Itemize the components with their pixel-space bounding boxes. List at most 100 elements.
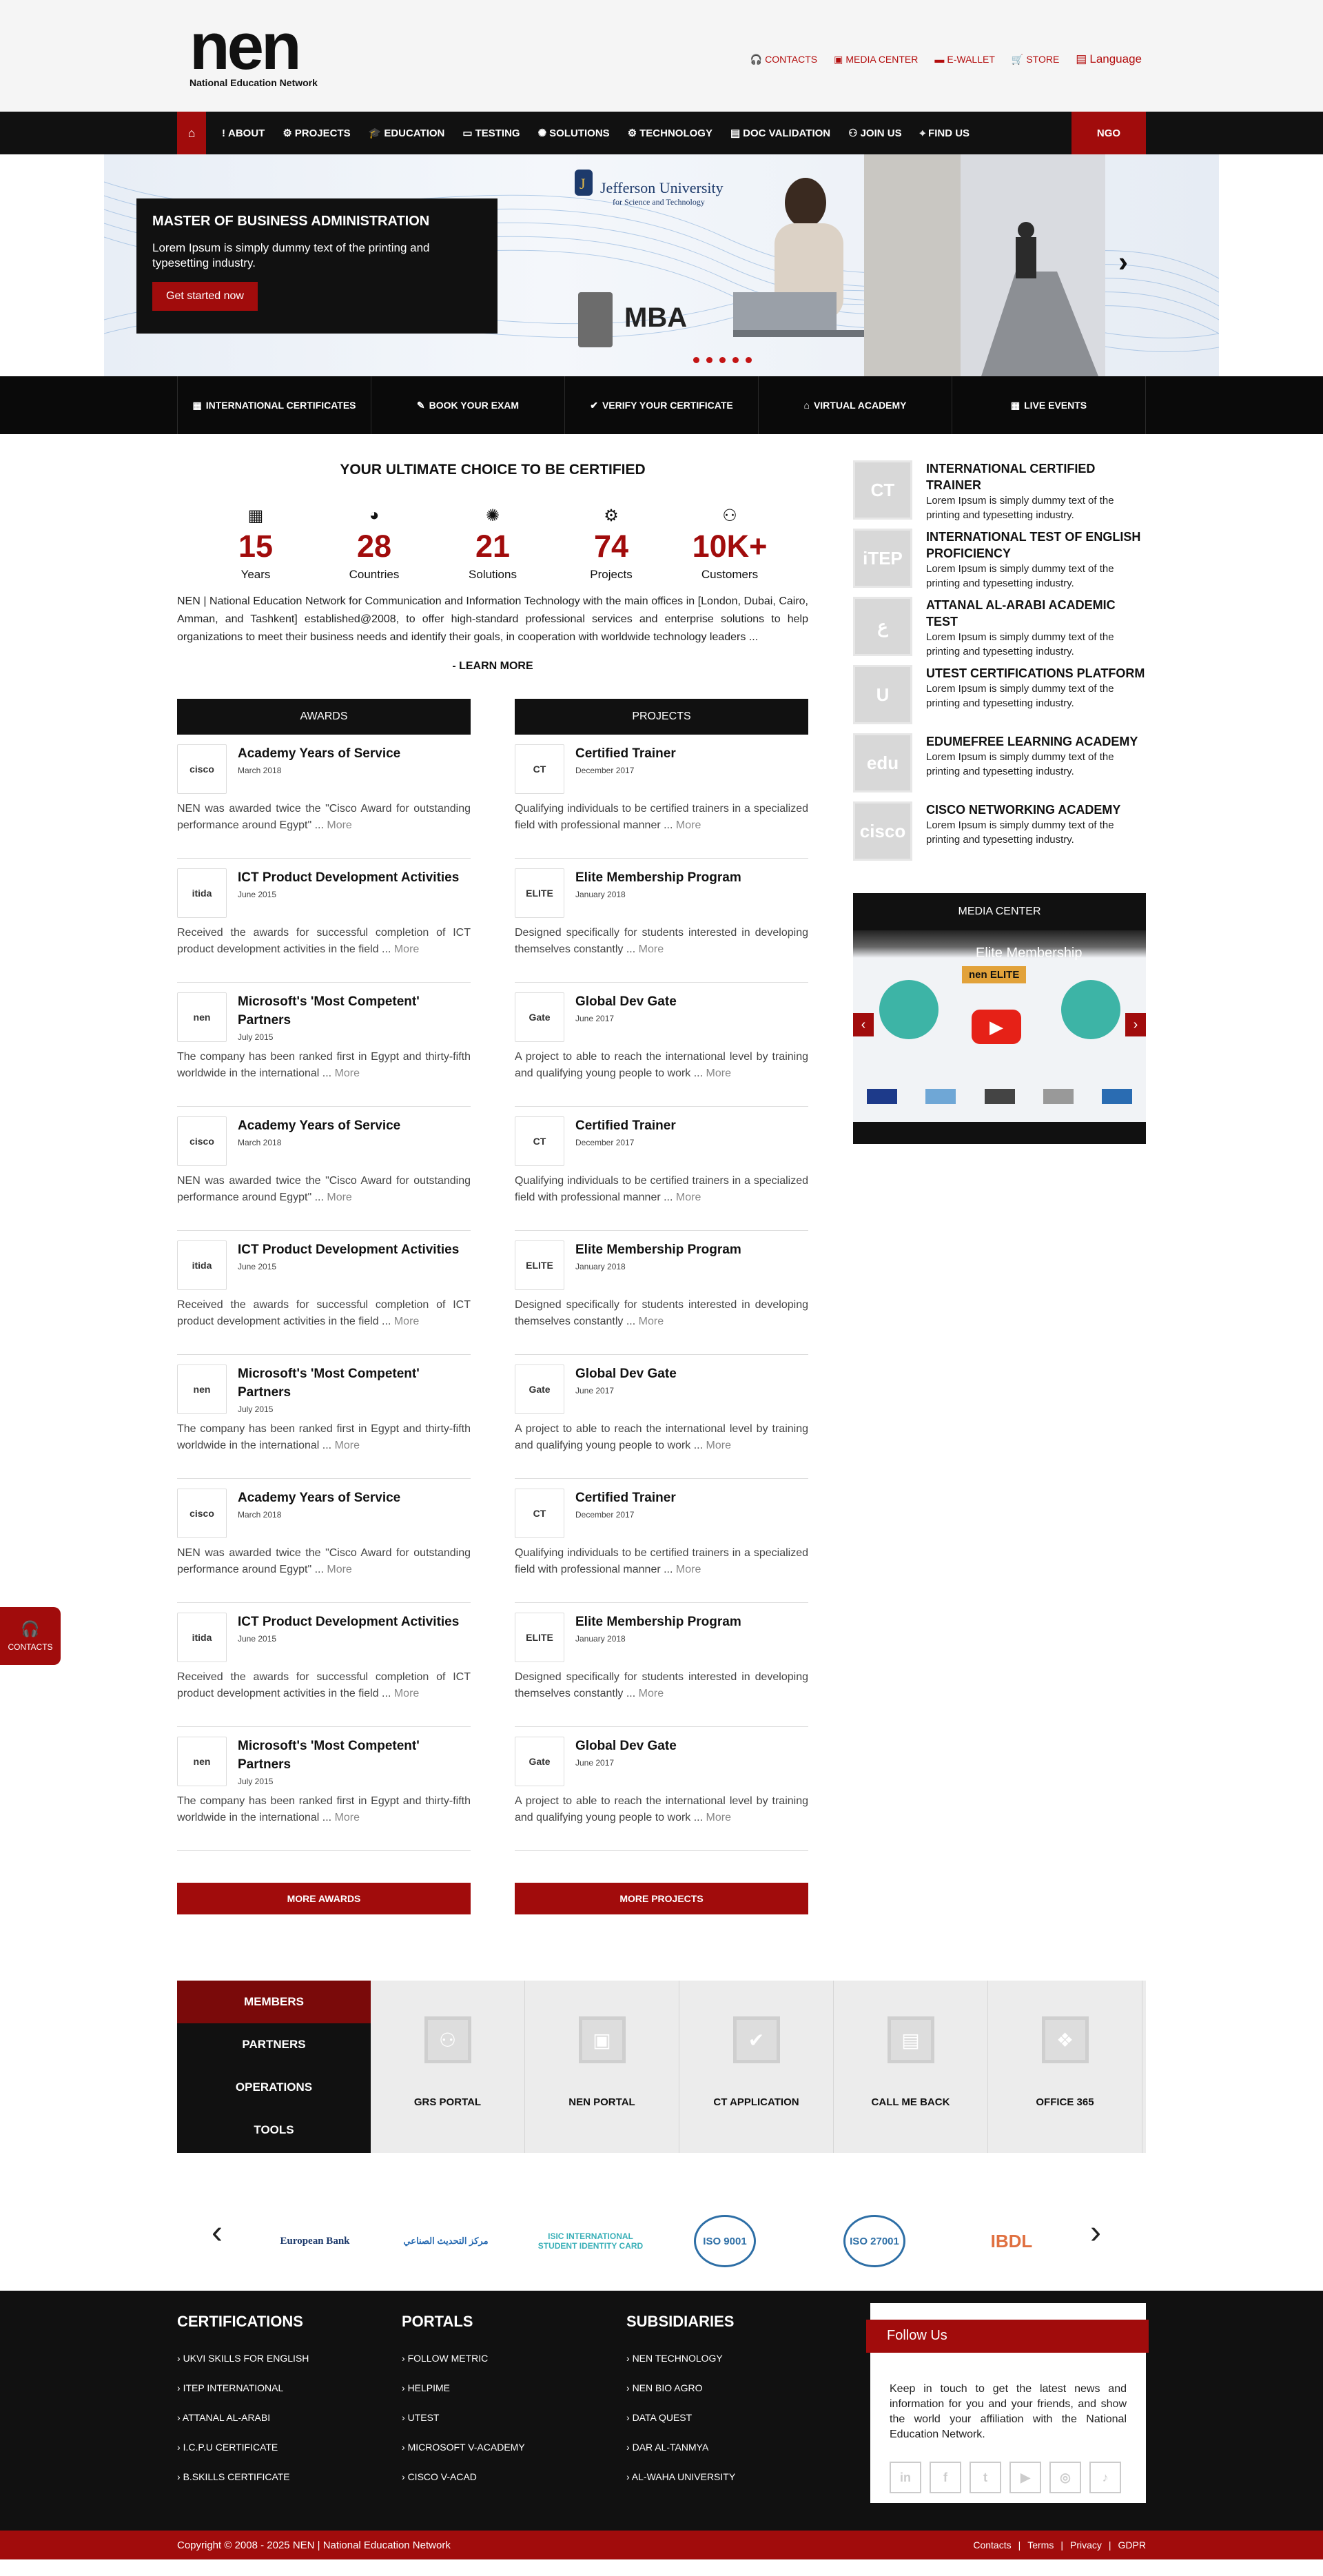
linkedin-icon[interactable]: in <box>890 2462 921 2493</box>
more-link[interactable]: More <box>676 819 701 831</box>
certification-item[interactable]: iTEP INTERNATIONAL TEST OF ENGLISH PROFIC… <box>853 529 1146 597</box>
certification-title[interactable]: UTEST CERTIFICATIONS PLATFORM <box>926 665 1146 682</box>
footer-link[interactable]: › NEN TECHNOLOGY <box>626 2353 735 2364</box>
tab-partners[interactable]: PARTNERS <box>177 2023 371 2066</box>
project-item[interactable]: CT Certified Trainer December 2017 Qualifyi… <box>515 1107 808 1231</box>
partner-logo[interactable]: European Bank <box>274 2215 356 2267</box>
item-title[interactable]: ICT Product Development Activities <box>238 1613 459 1631</box>
partner-logo[interactable]: IBDL <box>974 2215 1049 2267</box>
item-title[interactable]: Certified Trainer <box>575 744 676 763</box>
nav-item-technology[interactable]: ⚙ TECHNOLOGY <box>619 127 721 140</box>
footer-link[interactable]: › ATTANAL AL-ARABI <box>177 2412 309 2423</box>
slider-dot[interactable] <box>746 357 752 363</box>
award-item[interactable]: nen Microsoft's 'Most Competent' Partners… <box>177 983 471 1107</box>
item-title[interactable]: Academy Years of Service <box>238 744 400 763</box>
media-video[interactable]: Elite Membership nen ELITE ▶ ‹ › <box>853 930 1146 1144</box>
project-item[interactable]: Gate Global Dev Gate June 2017 A project to… <box>515 1355 808 1479</box>
award-item[interactable]: cisco Academy Years of Service March 2018 N… <box>177 735 471 859</box>
footer-link[interactable]: › DATA QUEST <box>626 2412 735 2423</box>
footer-link[interactable]: › AL-WAHA UNIVERSITY <box>626 2471 735 2482</box>
item-title[interactable]: Academy Years of Service <box>238 1489 400 1507</box>
nav-item-join-us[interactable]: ⚇ JOIN US <box>839 127 910 140</box>
youtube-icon[interactable]: ▶ <box>1009 2462 1041 2493</box>
item-title[interactable]: ICT Product Development Activities <box>238 868 459 887</box>
get-started-button[interactable]: Get started now <box>152 282 258 311</box>
more-awards-button[interactable]: MORE AWARDS <box>177 1883 471 1914</box>
certification-title[interactable]: INTERNATIONAL TEST OF ENGLISH PROFICIENC… <box>926 529 1146 562</box>
slider-dot[interactable] <box>719 357 726 363</box>
partner-logo[interactable]: مركز التحديث الصناعي <box>384 2215 508 2267</box>
nav-item-education[interactable]: 🎓 EDUCATION <box>360 127 454 140</box>
certification-title[interactable]: EDUMEFREE LEARNING ACADEMY <box>926 733 1146 750</box>
more-link[interactable]: More <box>394 1688 419 1699</box>
footer-link[interactable]: › UTEST <box>402 2412 525 2423</box>
instagram-icon[interactable]: ◎ <box>1049 2462 1081 2493</box>
card-nen-portal[interactable]: ▣ NEN PORTAL <box>525 1981 679 2153</box>
nav-item-projects[interactable]: ⚙ PROJECTS <box>274 127 359 140</box>
more-link[interactable]: More <box>706 1067 731 1079</box>
item-title[interactable]: Global Dev Gate <box>575 1737 677 1755</box>
certification-title[interactable]: ATTANAL AL-ARABI ACADEMIC TEST <box>926 597 1146 630</box>
item-title[interactable]: Elite Membership Program <box>575 1240 741 1259</box>
footer-link[interactable]: › NEN BIO AGRO <box>626 2382 735 2393</box>
footer-link[interactable]: › DAR AL-TANMYA <box>626 2442 735 2453</box>
more-link[interactable]: More <box>394 943 419 955</box>
tab-members[interactable]: MEMBERS <box>177 1981 371 2023</box>
more-link[interactable]: More <box>639 1316 664 1327</box>
nav-item-ngo[interactable]: NGO <box>1071 112 1146 154</box>
more-link[interactable]: More <box>335 1067 360 1079</box>
item-title[interactable]: Microsoft's 'Most Competent' Partners <box>238 1364 471 1402</box>
home-button[interactable]: ⌂ <box>177 112 206 154</box>
item-title[interactable]: Certified Trainer <box>575 1116 676 1135</box>
nav-item-testing[interactable]: ▭ TESTING <box>453 127 529 140</box>
item-title[interactable]: Academy Years of Service <box>238 1116 400 1135</box>
certification-title[interactable]: CISCO NETWORKING ACADEMY <box>926 801 1146 818</box>
award-item[interactable]: nen Microsoft's 'Most Competent' Partners… <box>177 1727 471 1851</box>
language-selector[interactable]: ▤ Language <box>1076 52 1142 66</box>
twitter-icon[interactable]: t <box>970 2462 1001 2493</box>
item-title[interactable]: Elite Membership Program <box>575 1613 741 1631</box>
award-item[interactable]: nen Microsoft's 'Most Competent' Partners… <box>177 1355 471 1479</box>
slider-next-arrow[interactable]: › <box>1118 245 1128 278</box>
slider-dot[interactable] <box>693 357 699 363</box>
more-link[interactable]: More <box>327 1192 351 1203</box>
video-prev-arrow[interactable]: ‹ <box>853 1013 874 1036</box>
top-link-contacts[interactable]: 🎧 CONTACTS <box>750 52 817 66</box>
item-title[interactable]: Microsoft's 'Most Competent' Partners <box>238 992 471 1030</box>
more-link[interactable]: More <box>676 1192 701 1203</box>
award-item[interactable]: cisco Academy Years of Service March 2018 N… <box>177 1479 471 1603</box>
project-item[interactable]: CT Certified Trainer December 2017 Qualifyi… <box>515 735 808 859</box>
item-title[interactable]: Global Dev Gate <box>575 1364 677 1383</box>
footer-link[interactable]: › B.SKILLS CERTIFICATE <box>177 2471 309 2482</box>
card-office-365[interactable]: ❖ OFFICE 365 <box>988 1981 1142 2153</box>
learn-more-link[interactable]: - LEARN MORE <box>177 660 808 673</box>
certification-item[interactable]: cisco CISCO NETWORKING ACADEMY Lorem Ipsum… <box>853 801 1146 870</box>
logo[interactable]: nen National Education Network <box>189 14 334 91</box>
quick-link-book-exam[interactable]: ✎ BOOK YOUR EXAM <box>371 376 565 434</box>
more-link[interactable]: More <box>706 1440 731 1451</box>
item-title[interactable]: Elite Membership Program <box>575 868 741 887</box>
item-title[interactable]: ICT Product Development Activities <box>238 1240 459 1259</box>
video-next-arrow[interactable]: › <box>1125 1013 1146 1036</box>
certification-item[interactable]: U UTEST CERTIFICATIONS PLATFORM Lorem Ipsu… <box>853 665 1146 733</box>
card-ct-application[interactable]: ✔ CT APPLICATION <box>679 1981 834 2153</box>
item-title[interactable]: Global Dev Gate <box>575 992 677 1011</box>
certification-item[interactable]: edu EDUMEFREE LEARNING ACADEMY Lorem Ipsum… <box>853 733 1146 801</box>
nav-item-solutions[interactable]: ✺ SOLUTIONS <box>529 127 619 140</box>
more-link[interactable]: More <box>327 1564 351 1575</box>
footer-link[interactable]: › HELPIME <box>402 2382 525 2393</box>
footer-link[interactable]: › ITEP INTERNATIONAL <box>177 2382 309 2393</box>
project-item[interactable]: Gate Global Dev Gate June 2017 A project to… <box>515 1727 808 1851</box>
more-link[interactable]: More <box>335 1812 360 1823</box>
facebook-icon[interactable]: f <box>930 2462 961 2493</box>
bottom-link-privacy[interactable]: Privacy <box>1070 2539 1102 2551</box>
slider-dot[interactable] <box>732 357 739 363</box>
award-item[interactable]: cisco Academy Years of Service March 2018 N… <box>177 1107 471 1231</box>
slider-dot[interactable] <box>706 357 712 363</box>
certification-item[interactable]: CT INTERNATIONAL CERTIFIED TRAINER Lorem I… <box>853 460 1146 529</box>
card-grs-portal[interactable]: ⚇ GRS PORTAL <box>371 1981 525 2153</box>
floating-contacts-button[interactable]: 🎧 CONTACTS <box>0 1607 61 1665</box>
project-item[interactable]: ELITE Elite Membership Program January 201… <box>515 859 808 983</box>
award-item[interactable]: itida ICT Product Development Activities J… <box>177 859 471 983</box>
more-projects-button[interactable]: MORE PROJECTS <box>515 1883 808 1914</box>
